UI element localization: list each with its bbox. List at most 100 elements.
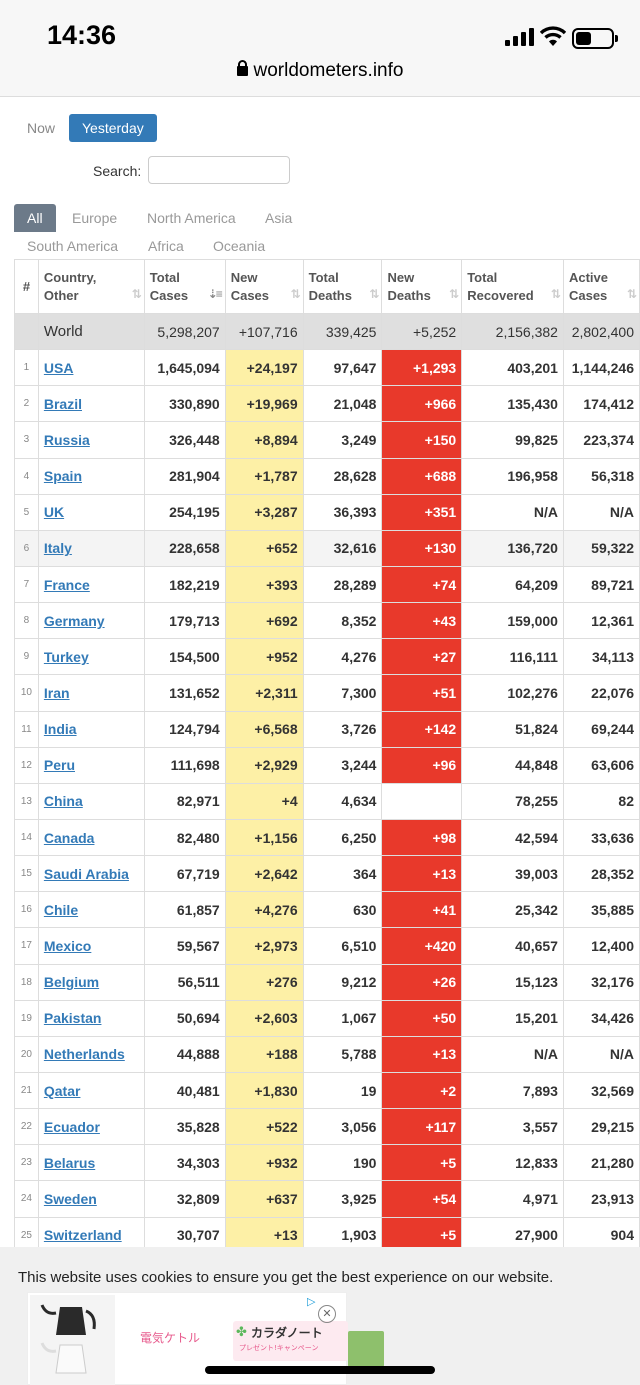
- row-total-cases: 82,971: [143, 782, 226, 820]
- header-total-cases[interactable]: Total Cases ⇣≡: [143, 259, 226, 314]
- row-active-cases: 223,374: [562, 421, 640, 459]
- country-link[interactable]: Germany: [44, 613, 105, 629]
- country-link[interactable]: Italy: [44, 540, 72, 556]
- browser-header: 14:36 worldometers.info: [0, 0, 640, 97]
- row-new-cases: +188: [224, 1035, 304, 1073]
- country-link[interactable]: Chile: [44, 902, 78, 918]
- row-new-deaths: +1,293: [381, 349, 463, 387]
- search-label: Search:: [93, 163, 142, 179]
- ad-close-icon[interactable]: ✕: [318, 1305, 336, 1323]
- row-active-cases: 12,361: [562, 602, 640, 640]
- row-new-deaths: +150: [381, 421, 463, 459]
- tab-north-america[interactable]: North America: [147, 204, 236, 232]
- row-rank: 21: [14, 1071, 39, 1110]
- header-active-cases[interactable]: Active Cases ⇅: [562, 259, 640, 314]
- tab-europe[interactable]: Europe: [72, 204, 117, 232]
- tab-africa[interactable]: Africa: [148, 232, 184, 260]
- yesterday-button[interactable]: Yesterday: [69, 114, 157, 142]
- country-link[interactable]: Qatar: [44, 1083, 81, 1099]
- country-link[interactable]: Mexico: [44, 938, 91, 954]
- search-input[interactable]: [148, 156, 290, 184]
- row-total-recovered: N/A: [461, 1035, 564, 1073]
- table-header-row: # Country, Other ⇅ Total Cases ⇣≡ New Case…: [14, 259, 640, 314]
- country-link[interactable]: China: [44, 793, 83, 809]
- table-row: 9 Turkey 154,500 +952 4,276 +27 116,111 34,113: [14, 638, 640, 676]
- country-link[interactable]: Netherlands: [44, 1046, 125, 1062]
- tab-all[interactable]: All: [14, 204, 56, 232]
- row-new-cases: +276: [224, 963, 304, 1001]
- url-bar[interactable]: worldometers.info: [0, 60, 640, 82]
- row-country: Qatar: [37, 1071, 145, 1110]
- country-link[interactable]: Saudi Arabia: [44, 866, 129, 882]
- row-country: Pakistan: [37, 999, 145, 1037]
- row-total-cases: 67,719: [143, 855, 226, 893]
- row-total-recovered: 403,201: [461, 349, 564, 387]
- row-total-recovered: 78,255: [461, 782, 564, 820]
- header-rank[interactable]: #: [14, 259, 39, 314]
- sort-icon: ⇅: [131, 287, 142, 301]
- country-link[interactable]: Peru: [44, 757, 75, 773]
- row-country: Mexico: [37, 927, 145, 965]
- row-rank: 2: [14, 385, 39, 423]
- header-total-recovered[interactable]: Total Recovered ⇅: [461, 259, 564, 314]
- ad-text-kettle: 電気ケトル: [140, 1331, 201, 1345]
- country-link[interactable]: Spain: [44, 468, 82, 484]
- country-link[interactable]: Turkey: [44, 649, 89, 665]
- ad-green-button[interactable]: [348, 1331, 384, 1367]
- country-link[interactable]: Sweden: [44, 1191, 97, 1207]
- tab-oceania[interactable]: Oceania: [213, 232, 265, 260]
- country-link[interactable]: Belarus: [44, 1155, 95, 1171]
- table-row: 5 UK 254,195 +3,287 36,393 +351 N/A N/A: [14, 493, 640, 531]
- row-active-cases: 56,318: [562, 457, 640, 495]
- tab-asia[interactable]: Asia: [265, 204, 292, 232]
- sort-icon: ⇅: [626, 287, 637, 301]
- row-new-cases: +692: [224, 602, 304, 640]
- ad-choices-icon[interactable]: ▷: [307, 1295, 315, 1308]
- row-new-cases: +2,929: [224, 746, 304, 784]
- row-rank: 12: [14, 746, 39, 784]
- country-link[interactable]: USA: [44, 360, 74, 376]
- world-rank: [14, 312, 39, 351]
- row-new-deaths: +420: [381, 927, 463, 965]
- now-button[interactable]: Now: [14, 114, 68, 142]
- country-link[interactable]: UK: [44, 504, 64, 520]
- row-country: Germany: [37, 602, 145, 640]
- row-new-deaths: +13: [381, 1035, 463, 1073]
- sort-icon: ⇅: [369, 287, 379, 301]
- row-total-deaths: 97,647: [302, 349, 383, 387]
- table-row: 11 India 124,794 +6,568 3,726 +142 51,824 69,24…: [14, 710, 640, 748]
- row-country: Peru: [37, 746, 145, 784]
- row-new-cases: +19,969: [224, 385, 304, 423]
- sort-icon: ⇅: [290, 287, 301, 301]
- country-link[interactable]: Brazil: [44, 396, 82, 412]
- row-rank: 10: [14, 674, 39, 712]
- kettle-image: [30, 1295, 115, 1385]
- tab-south-america[interactable]: South America: [27, 232, 118, 260]
- country-link[interactable]: Belgium: [44, 974, 99, 990]
- row-new-cases: +1,830: [224, 1071, 304, 1110]
- header-total-deaths[interactable]: Total Deaths ⇅: [302, 259, 383, 314]
- country-link[interactable]: Iran: [44, 685, 70, 701]
- table-row: 22 Ecuador 35,828 +522 3,056 +117 3,557 29,215: [14, 1108, 640, 1146]
- country-link[interactable]: Canada: [44, 830, 95, 846]
- row-total-deaths: 6,250: [302, 818, 383, 857]
- country-link[interactable]: Pakistan: [44, 1010, 102, 1026]
- header-new-deaths[interactable]: New Deaths ⇅: [381, 259, 463, 314]
- row-country: Saudi Arabia: [37, 855, 145, 893]
- row-country: Ecuador: [37, 1108, 145, 1146]
- row-total-cases: 131,652: [143, 674, 226, 712]
- row-active-cases: 1,144,246: [562, 349, 640, 387]
- row-new-deaths: +13: [381, 855, 463, 893]
- row-total-deaths: 32,616: [302, 529, 383, 567]
- country-link[interactable]: Ecuador: [44, 1119, 100, 1135]
- table-row: 12 Peru 111,698 +2,929 3,244 +96 44,848 63,606: [14, 746, 640, 784]
- header-new-cases[interactable]: New Cases ⇅: [224, 259, 304, 314]
- country-link[interactable]: Russia: [44, 432, 90, 448]
- country-link[interactable]: France: [44, 577, 90, 593]
- row-total-deaths: 190: [302, 1144, 383, 1182]
- row-total-recovered: N/A: [461, 493, 564, 531]
- country-link[interactable]: India: [44, 721, 77, 737]
- header-country[interactable]: Country, Other ⇅: [37, 259, 145, 314]
- country-link[interactable]: Switzerland: [44, 1227, 122, 1243]
- row-rank: 18: [14, 963, 39, 1001]
